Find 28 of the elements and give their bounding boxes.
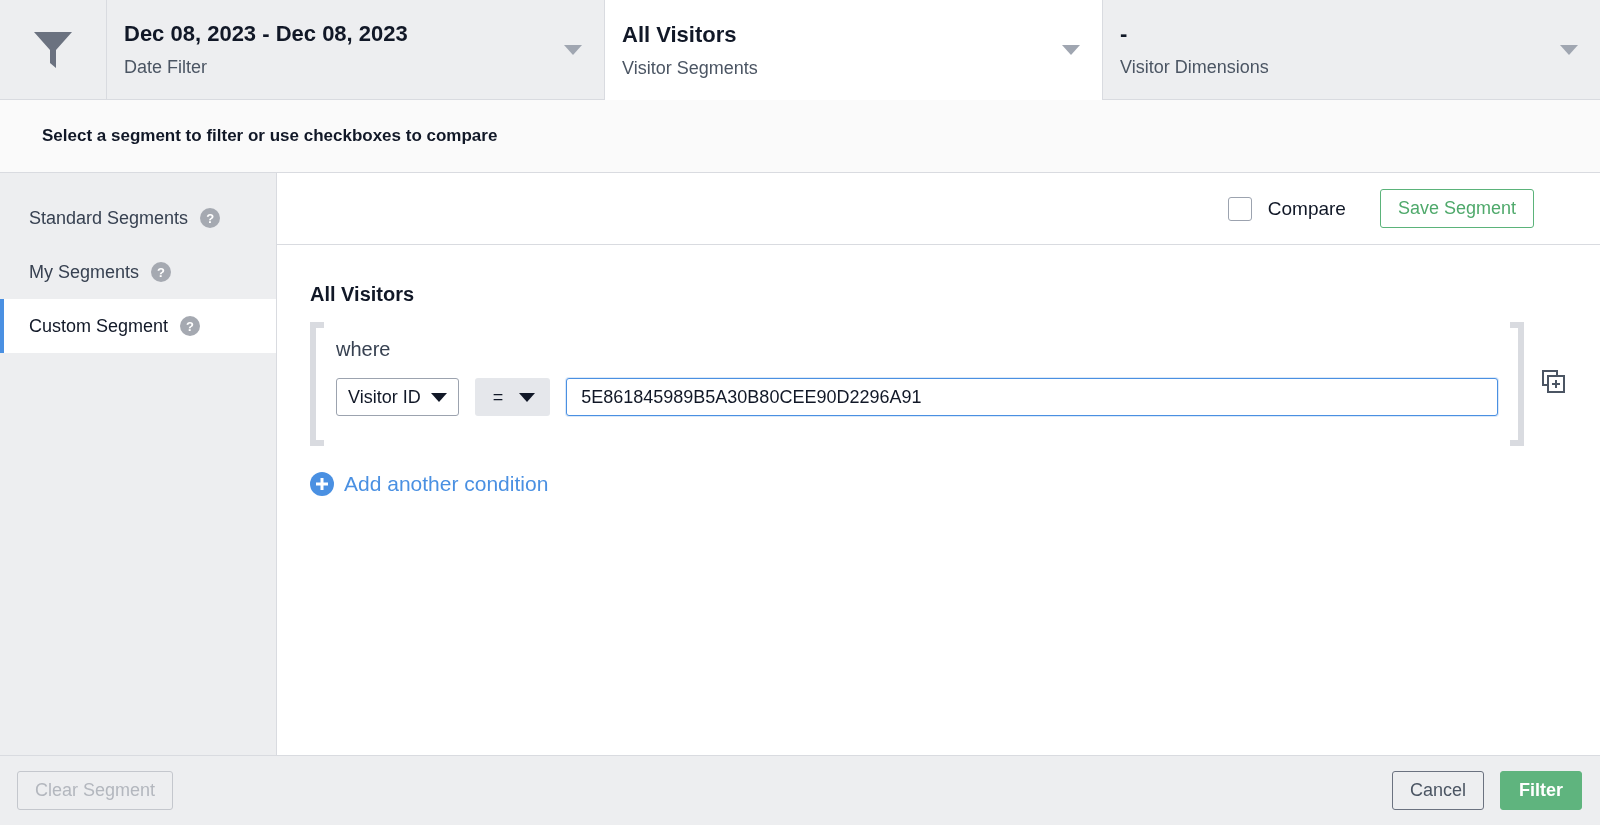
sidebar-item[interactable]: Standard Segments ? [0, 191, 276, 245]
filter-label: Visitor Segments [622, 57, 758, 79]
filter-value: - [1120, 21, 1129, 47]
segment-title: All Visitors [310, 283, 416, 306]
duplicate-icon[interactable] [1542, 370, 1566, 394]
caret-icon [519, 392, 536, 402]
operator-dropdown[interactable]: = [474, 378, 551, 416]
cancel-button[interactable]: Cancel [1391, 771, 1484, 810]
filter-icon[interactable] [34, 31, 72, 68]
sidebar-item[interactable]: My Segments ? [0, 245, 276, 299]
caret-icon [564, 44, 582, 55]
filter-value: Dec 08, 2023 - Dec 08, 2023 [124, 21, 408, 47]
compare-checkbox[interactable] [1227, 196, 1252, 221]
field-dropdown[interactable]: Visitor ID [336, 378, 459, 416]
sidebar-item[interactable]: Custom Segment ? [0, 299, 276, 353]
plus-circle-icon [310, 472, 334, 496]
caret-icon [430, 392, 447, 402]
where-label: where [336, 338, 392, 361]
filter-label: Visitor Dimensions [1120, 57, 1269, 78]
caret-icon [1062, 45, 1080, 55]
hint-text: Select a segment to filter or use checkboxes to compare [42, 126, 498, 146]
filter-value: All Visitors [622, 21, 738, 48]
filter-tab[interactable]: All Visitors Visitor Segments [605, 0, 1103, 100]
compare-label: Compare [1267, 197, 1346, 220]
value-input[interactable]: 5E861845989B5A30B80CEE90D2296A91 [566, 378, 1498, 416]
caret-icon [1560, 44, 1578, 55]
filter-tab[interactable]: - Visitor Dimensions [1103, 0, 1600, 99]
filter-label: Date Filter [124, 57, 209, 78]
